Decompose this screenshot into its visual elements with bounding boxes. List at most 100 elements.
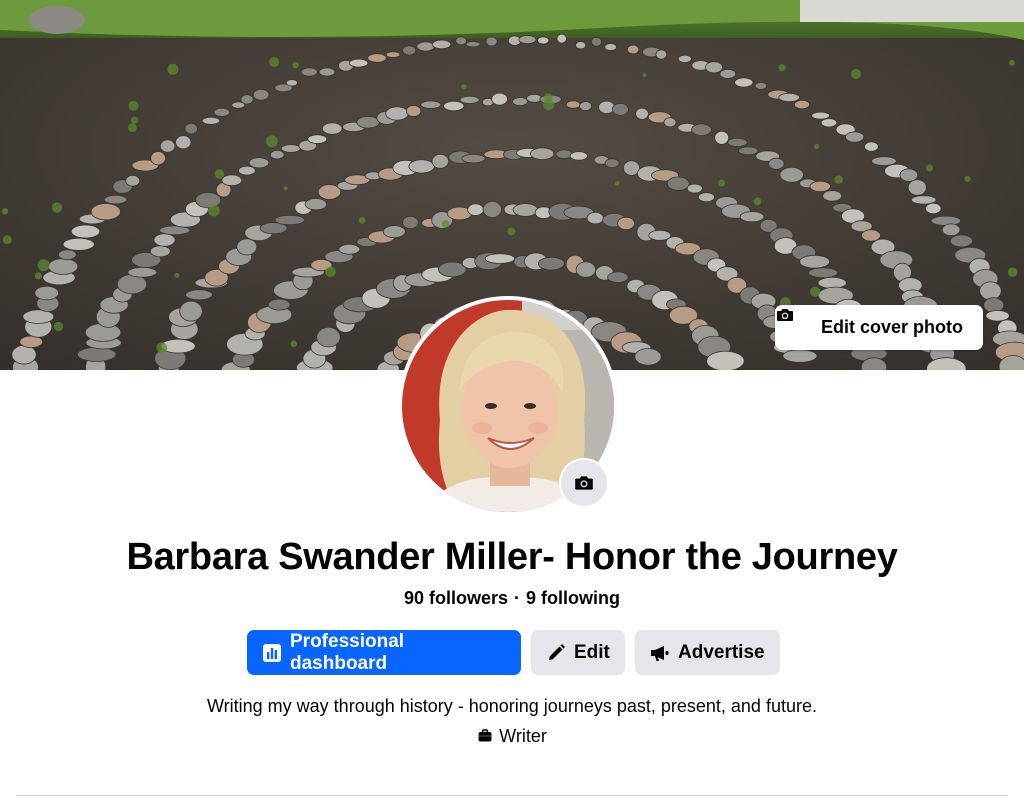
cover-stone (402, 215, 419, 230)
cover-stone (518, 35, 537, 45)
cover-weed (964, 175, 971, 182)
edit-label: Edit (574, 641, 610, 663)
cover-stone (727, 137, 748, 147)
cover-stone (408, 159, 435, 174)
cover-stone (175, 135, 192, 150)
cover-stone (201, 116, 221, 125)
cover-stone (300, 67, 318, 77)
cover-stone (19, 335, 44, 349)
cover-stone (663, 117, 677, 128)
cover-weed (718, 179, 726, 187)
cover-weed (1, 208, 9, 215)
cover-stone (739, 211, 765, 223)
cover-stone (125, 174, 141, 187)
edit-profile-button[interactable]: Edit (531, 630, 625, 675)
cover-weed (208, 204, 220, 217)
cover-stone (714, 130, 730, 145)
cover-stone (635, 107, 649, 120)
cover-stone (697, 192, 715, 203)
cover-stone (799, 254, 830, 269)
cover-stone (385, 51, 401, 58)
cover-weed (269, 57, 280, 68)
cover-weed (2, 235, 12, 245)
cover-stone (591, 36, 603, 47)
cover-stone (734, 77, 754, 88)
cover-weed (266, 135, 278, 148)
cover-stone (221, 174, 243, 187)
cover-stone (385, 106, 409, 121)
cover-stone (338, 244, 361, 255)
cover-stone (179, 300, 203, 322)
section-divider (16, 795, 1008, 796)
cover-stone (467, 203, 484, 216)
cover-stone (617, 216, 635, 230)
cover-stone (195, 192, 222, 209)
cover-stone (907, 179, 927, 196)
cover-stone (185, 289, 213, 301)
advertise-label: Advertise (678, 641, 765, 663)
edit-cover-photo-button[interactable]: Edit cover photo (775, 305, 983, 350)
cover-stone (11, 344, 37, 365)
cover-stone (575, 41, 587, 50)
cover-weed (174, 273, 180, 278)
cover-stone (925, 202, 942, 215)
cover-stone (34, 285, 60, 301)
cover-stone (127, 266, 158, 278)
bar-chart-icon (262, 643, 282, 663)
cover-stone (794, 99, 811, 110)
cover-stone (607, 271, 629, 283)
cover-stone (686, 183, 703, 194)
cover-stone (405, 105, 422, 117)
cover-stone (579, 101, 592, 112)
cover-stone (575, 261, 597, 278)
cover-stone (782, 349, 818, 363)
following-count-link[interactable]: 9 following (526, 588, 620, 608)
cover-weed (614, 181, 620, 186)
cover-stone (416, 41, 435, 52)
cover-weed (290, 340, 298, 348)
followers-count-link[interactable]: 90 followers (404, 588, 508, 608)
profile-actions: Professional dashboard Edit Advertise (247, 630, 780, 675)
cover-stone (706, 350, 745, 370)
cover-stone (248, 157, 270, 169)
cover-stone (820, 118, 838, 128)
cover-stone (304, 198, 327, 211)
cover-weed (543, 98, 555, 111)
cover-stone (485, 36, 498, 47)
separator-dot: · (514, 588, 521, 608)
cover-stone (778, 92, 800, 103)
cover-stone (482, 200, 503, 218)
cover-stone (348, 58, 369, 68)
cover-stone (184, 122, 198, 135)
cover-stone (979, 281, 1002, 301)
cover-stone (269, 149, 285, 160)
cover-weed (778, 64, 786, 72)
cover-weed (214, 169, 225, 179)
cover-stone (871, 156, 897, 166)
cover-stone (268, 298, 291, 311)
cover-weed (814, 143, 820, 150)
update-profile-picture-button[interactable] (561, 460, 607, 506)
cover-stone (70, 224, 101, 239)
cover-stone (443, 100, 465, 112)
professional-dashboard-button[interactable]: Professional dashboard (247, 630, 521, 675)
cover-stone (677, 54, 692, 64)
profile-name: Barbara Swander Miller- Honor the Journe… (126, 536, 898, 578)
cover-weed (128, 100, 139, 111)
cover-stone (459, 95, 480, 105)
cover-stone (985, 310, 1010, 322)
cover-stone (274, 214, 306, 226)
cover-stone (159, 139, 176, 153)
advertise-button[interactable]: Advertise (635, 630, 780, 675)
cover-stone (402, 45, 417, 56)
cover-weed (507, 227, 516, 236)
cover-stone (58, 249, 77, 261)
cover-stone (213, 107, 231, 117)
profile-category: Writer (0, 724, 1024, 748)
cover-weed (51, 202, 63, 213)
cover-stone (240, 94, 254, 105)
briefcase-icon (477, 728, 493, 744)
cover-stone (150, 151, 166, 166)
cover-weed (37, 259, 50, 272)
cover-stone (321, 122, 343, 135)
